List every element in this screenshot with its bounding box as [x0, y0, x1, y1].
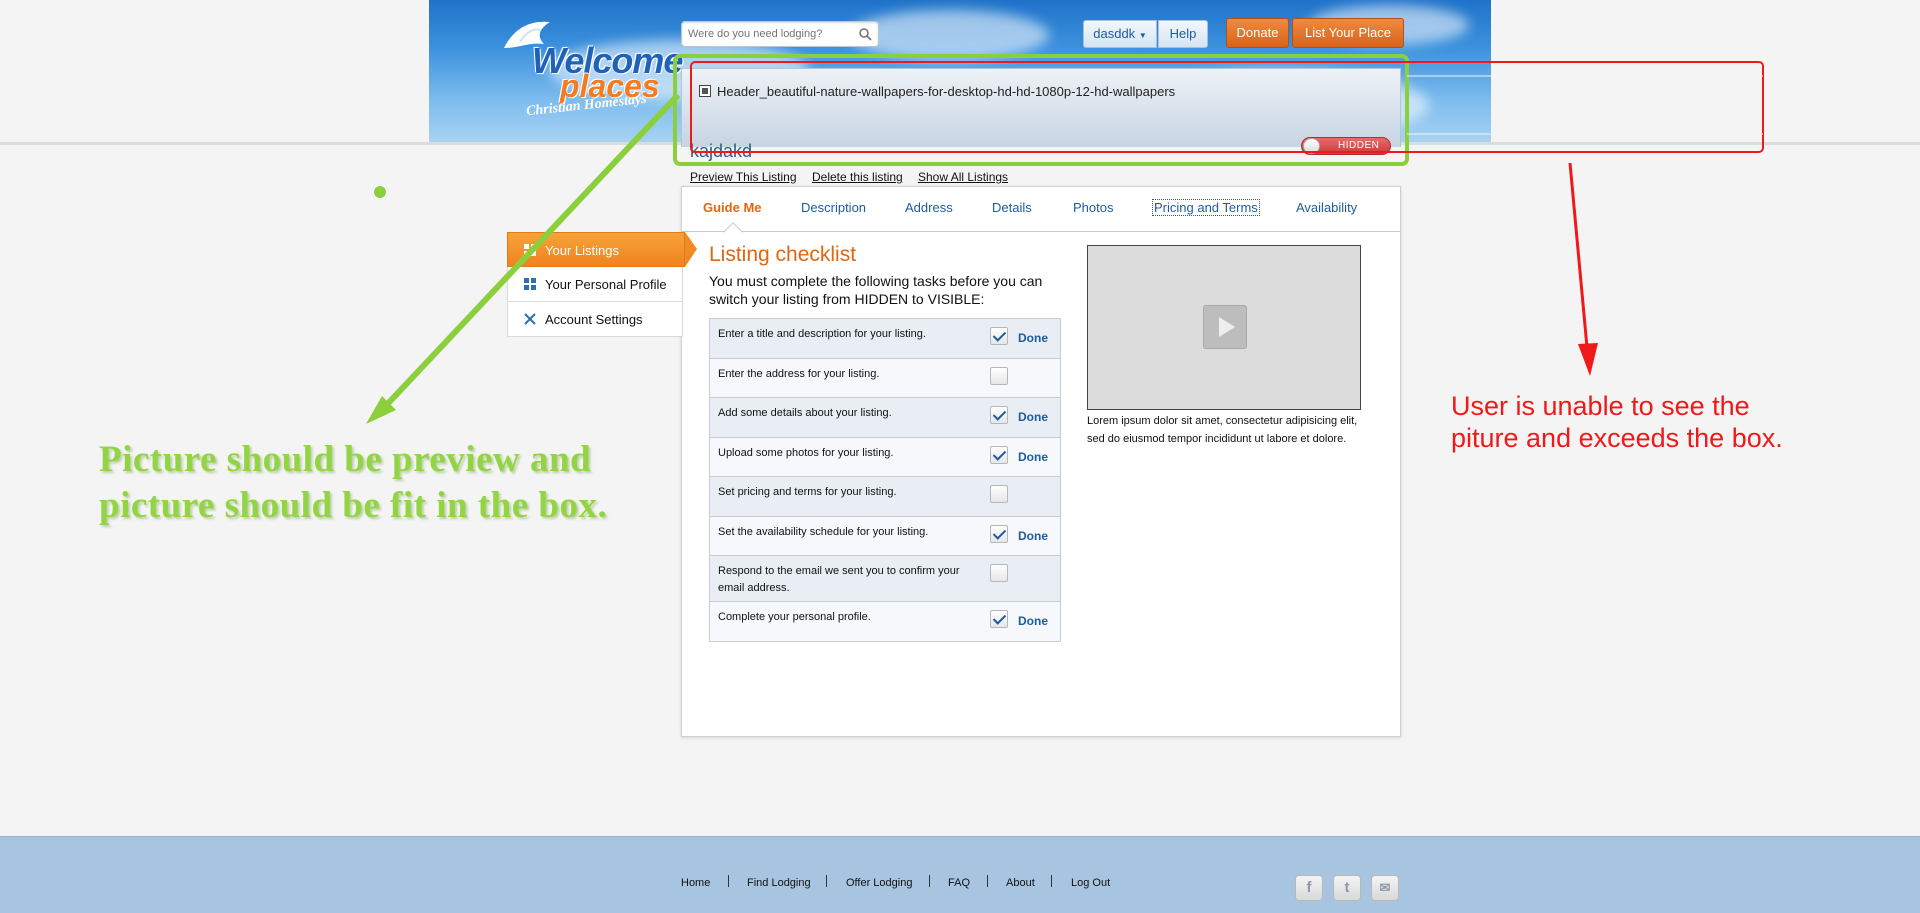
play-icon[interactable]: [1203, 305, 1247, 349]
task-text: Respond to the email we sent you to conf…: [718, 565, 960, 594]
done-label: Done: [1018, 529, 1048, 543]
listing-header-image-box: Header_beautiful-nature-wallpapers-for-d…: [681, 68, 1401, 147]
grid-icon: [524, 278, 536, 290]
active-tab-pointer: [723, 222, 743, 242]
visibility-toggle[interactable]: HIDDEN: [1301, 137, 1391, 155]
sidebar-item-label: Your Listings: [545, 243, 619, 258]
list-your-place-button[interactable]: List Your Place: [1292, 18, 1404, 48]
user-menu-button[interactable]: dasddk ▼: [1083, 20, 1157, 48]
mail-icon[interactable]: ✉: [1371, 875, 1399, 901]
footer-separator: [929, 875, 930, 887]
footer-separator: [1051, 875, 1052, 887]
checklist-intro: You must complete the following tasks be…: [709, 273, 1043, 307]
list-item: Enter a title and description for your l…: [710, 319, 1060, 359]
search-box: [681, 21, 879, 47]
video-player[interactable]: [1087, 245, 1361, 410]
toggle-knob: [1303, 138, 1320, 154]
footer-separator: [987, 875, 988, 887]
site-logo[interactable]: Welcome places Christian Homestays: [500, 18, 683, 123]
tools-icon: [524, 313, 536, 325]
search-icon[interactable]: [858, 27, 872, 41]
facebook-icon[interactable]: f: [1295, 875, 1323, 901]
sidebar-item-label: Your Personal Profile: [545, 277, 667, 292]
green-note-line: Picture should be preview and: [99, 439, 592, 480]
tab-guide-me[interactable]: Guide Me: [703, 200, 762, 215]
task-text: Set the availability schedule for your l…: [718, 526, 929, 538]
annotation-red-note: User is unable to see the piture and exc…: [1451, 390, 1783, 454]
sidebar-item-label: Account Settings: [545, 312, 643, 327]
tab-description[interactable]: Description: [801, 200, 866, 215]
footer-link-log-out[interactable]: Log Out: [1071, 877, 1110, 889]
listing-tabs: Guide Me Description Address Details Pho…: [682, 187, 1400, 242]
footer-link-offer-lodging[interactable]: Offer Lodging: [846, 877, 912, 889]
task-text: Enter the address for your listing.: [718, 368, 880, 380]
broken-image-icon: [699, 85, 711, 97]
tab-details[interactable]: Details: [992, 200, 1032, 215]
account-sidebar: Your Listings Your Personal Profile Acco…: [507, 232, 697, 337]
red-note-line: User is unable to see the: [1451, 391, 1750, 421]
list-item: Add some details about your listing. Don…: [710, 398, 1060, 438]
twitter-icon[interactable]: t: [1333, 875, 1361, 901]
donate-button[interactable]: Donate: [1226, 18, 1289, 48]
footer-link-faq[interactable]: FAQ: [948, 877, 970, 889]
red-arrow: [1568, 162, 1590, 359]
sidebar-item-account-settings[interactable]: Account Settings: [507, 302, 683, 337]
task-checkbox[interactable]: [990, 367, 1008, 385]
list-item: Respond to the email we sent you to conf…: [710, 556, 1060, 602]
preview-listing-link[interactable]: Preview This Listing: [690, 170, 797, 184]
task-text: Upload some photos for your listing.: [718, 447, 894, 459]
user-menu-label: dasddk: [1093, 26, 1136, 41]
video-caption: Lorem ipsum dolor sit amet, consectetur …: [1087, 415, 1358, 445]
footer-link-about[interactable]: About: [1006, 877, 1035, 889]
done-label: Done: [1018, 614, 1048, 628]
tab-address[interactable]: Address: [905, 200, 953, 215]
show-all-listings-link[interactable]: Show All Listings: [918, 170, 1008, 184]
task-checkbox[interactable]: [990, 564, 1008, 582]
visibility-status: HIDDEN: [1338, 140, 1380, 151]
sidebar-item-your-listings[interactable]: Your Listings: [507, 232, 697, 267]
task-text: Complete your personal profile.: [718, 611, 871, 623]
task-text: Enter a title and description for your l…: [718, 328, 926, 340]
tab-pricing-and-terms[interactable]: Pricing and Terms: [1152, 199, 1260, 216]
green-note-line: picture should be fit in the box.: [99, 485, 608, 526]
done-label: Done: [1018, 450, 1048, 464]
sidebar-item-personal-profile[interactable]: Your Personal Profile: [507, 267, 683, 302]
search-input[interactable]: [682, 22, 852, 46]
header-image-alt-text: Header_beautiful-nature-wallpapers-for-d…: [717, 84, 1176, 99]
list-item: Upload some photos for your listing. Don…: [710, 438, 1060, 477]
green-dot: [374, 186, 386, 198]
site-footer: Home Find Lodging Offer Lodging FAQ Abou…: [0, 836, 1920, 913]
annotation-green-note: Picture should be preview and picture sh…: [99, 437, 607, 529]
tab-photos[interactable]: Photos: [1073, 200, 1113, 215]
listing-name: kajdakd: [690, 141, 753, 161]
help-button[interactable]: Help: [1158, 20, 1208, 48]
list-item: Complete your personal profile. Done: [710, 602, 1060, 641]
caret-down-icon: ▼: [1138, 31, 1147, 40]
footer-link-home[interactable]: Home: [681, 877, 710, 889]
task-checkbox[interactable]: [990, 406, 1008, 424]
task-list: Enter a title and description for your l…: [709, 318, 1061, 642]
task-checkbox[interactable]: [990, 610, 1008, 628]
done-label: Done: [1018, 331, 1048, 345]
grid-icon: [524, 244, 536, 256]
task-checkbox[interactable]: [990, 525, 1008, 543]
red-note-line: piture and exceeds the box.: [1451, 423, 1783, 453]
done-label: Done: [1018, 410, 1048, 424]
checklist-title: Listing checklist: [709, 243, 857, 266]
task-checkbox[interactable]: [990, 327, 1008, 345]
task-checkbox[interactable]: [990, 446, 1008, 464]
delete-listing-link[interactable]: Delete this listing: [812, 170, 903, 184]
task-text: Add some details about your listing.: [718, 407, 892, 419]
listing-panel: Guide Me Description Address Details Pho…: [681, 186, 1401, 737]
task-checkbox[interactable]: [990, 485, 1008, 503]
list-item: Set the availability schedule for your l…: [710, 517, 1060, 556]
footer-separator: [826, 875, 827, 887]
task-text: Set pricing and terms for your listing.: [718, 486, 897, 498]
list-item: Set pricing and terms for your listing.: [710, 477, 1060, 517]
footer-link-find-lodging[interactable]: Find Lodging: [747, 877, 811, 889]
tab-availability[interactable]: Availability: [1296, 200, 1357, 215]
list-item: Enter the address for your listing.: [710, 359, 1060, 398]
footer-separator: [728, 875, 729, 887]
